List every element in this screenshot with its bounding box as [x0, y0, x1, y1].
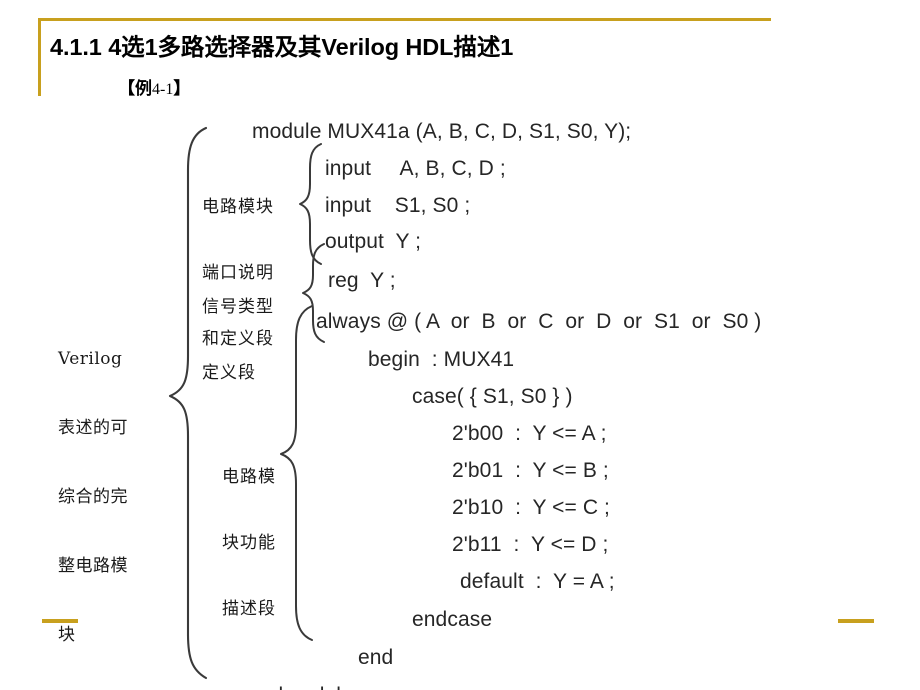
code-line: input S1, S0 ; [325, 194, 471, 217]
verilog-complete-module-label: Verilog 表述的可 综合的完 整电路模 块 [58, 302, 128, 690]
page-title: 4.1.1 4选1多路选择器及其Verilog HDL描述1 [50, 34, 514, 60]
code-line: reg Y ; [328, 269, 396, 292]
example-label: 【例4-1】 [118, 74, 190, 99]
label-line: 描述段 [222, 599, 276, 619]
code-line: end [358, 646, 394, 669]
function-description-label: 电路模 块功能 描述段 [222, 422, 276, 664]
label-line: 表述的可 [58, 418, 128, 438]
label-line: 电路模块 [202, 197, 274, 217]
code-line: 2'b00 : Y <= A ; [452, 422, 607, 445]
signal-type-label: 信号类型 定义段 [202, 252, 274, 428]
code-line: 2'b10 : Y <= C ; [452, 496, 610, 519]
label-line: 综合的完 [58, 487, 128, 507]
example-bracket-close: 】 [173, 79, 191, 98]
code-line: endcase [412, 608, 493, 631]
verilog-code-figure: module MUX41a (A, B, C, D, S1, S0, Y); i… [0, 112, 920, 690]
code-line: endmodule [248, 684, 353, 690]
code-line: always @ ( A or B or C or D or S1 or S0 … [316, 310, 762, 333]
code-line: input A, B, C, D ; [325, 157, 506, 180]
label-line: 块功能 [222, 533, 276, 553]
code-line: 2'b01 : Y <= B ; [452, 459, 609, 482]
code-line: 2'b11 : Y <= D ; [452, 533, 609, 556]
code-line: output Y ; [325, 230, 422, 253]
label-line: 电路模 [222, 467, 276, 487]
curly-brace-large-icon [168, 126, 208, 680]
code-line: begin : MUX41 [368, 348, 515, 371]
label-line: 定义段 [202, 363, 256, 383]
label-line: 块 [58, 625, 76, 645]
example-number: 4-1 [152, 81, 174, 98]
code-line: module MUX41a (A, B, C, D, S1, S0, Y); [252, 120, 632, 143]
curly-brace-icon [280, 305, 313, 641]
label-line: Verilog [58, 349, 123, 369]
example-bracket-open: 【例 [118, 79, 152, 98]
code-line: default : Y = A ; [460, 570, 615, 593]
footer-dash-right [838, 619, 874, 623]
curly-brace-icon [299, 143, 322, 265]
title-accent-rule-vertical [38, 18, 41, 96]
footer-dash-left [42, 619, 78, 623]
code-line: case( { S1, S0 } ) [412, 385, 573, 408]
label-line: 信号类型 [202, 297, 274, 317]
slide-canvas: 4.1.1 4选1多路选择器及其Verilog HDL描述1 【例4-1】 mo… [0, 0, 920, 690]
label-line: 整电路模 [58, 556, 128, 576]
title-accent-rule-horizontal [38, 18, 771, 21]
